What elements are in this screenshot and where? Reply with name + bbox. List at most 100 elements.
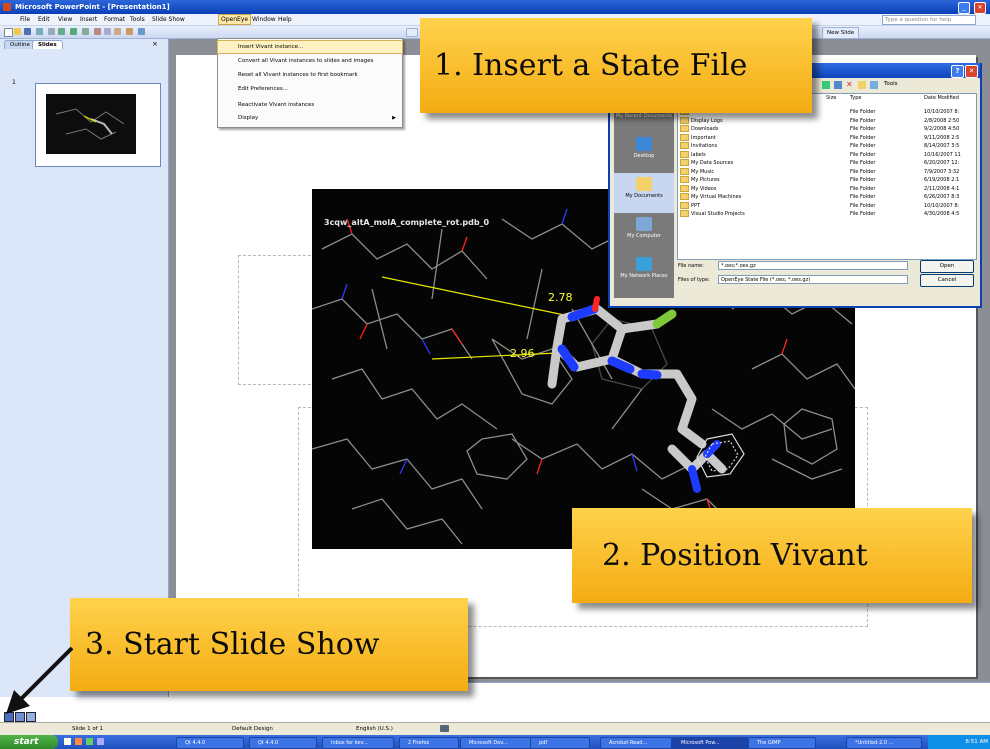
task-qt-1[interactable]: Qt 4.4.0 bbox=[176, 737, 244, 749]
hbond-distance-1: 2.78 bbox=[548, 291, 573, 304]
file-type: File Folder bbox=[850, 109, 876, 115]
column-size[interactable]: Size bbox=[826, 94, 836, 103]
menu-item-display-label: Display bbox=[238, 115, 259, 121]
back-folder-icon[interactable] bbox=[822, 81, 830, 89]
menu-item-reactivate-vivant[interactable]: Reactivate Vivant instances bbox=[218, 99, 402, 111]
task-acrobat[interactable]: Acrobat Read... bbox=[600, 737, 672, 749]
search-web-icon[interactable] bbox=[834, 81, 842, 89]
file-row[interactable]: My Virtual Machines File Folder 6/26/2007 … bbox=[678, 193, 976, 201]
file-row[interactable]: Visual Studio Projects File Folder 4/30/20… bbox=[678, 210, 976, 218]
folder-icon bbox=[680, 167, 689, 175]
menu-file[interactable]: File bbox=[18, 15, 32, 24]
menu-item-insert-vivant[interactable]: Insert Vivant instance... bbox=[217, 40, 403, 54]
print-icon[interactable] bbox=[48, 28, 55, 35]
folder-icon bbox=[680, 150, 689, 158]
menu-view[interactable]: View bbox=[56, 15, 74, 24]
folder-icon bbox=[680, 184, 689, 192]
folder-icon bbox=[680, 142, 689, 149]
file-name-input[interactable]: *.oes;*.oes.gz bbox=[718, 261, 908, 270]
new-icon[interactable] bbox=[4, 28, 13, 37]
dialog-tools-menu[interactable]: Tools bbox=[884, 81, 898, 87]
system-tray-clock[interactable]: 8:51 AM bbox=[928, 735, 990, 749]
menu-help[interactable]: Help bbox=[276, 15, 294, 24]
task-firefox[interactable]: 2 Firefox bbox=[399, 737, 459, 749]
file-list[interactable]: Size Type Date Modified DataFile Folder1… bbox=[677, 93, 977, 260]
copy-icon[interactable] bbox=[104, 28, 111, 35]
task-microsoft-dev[interactable]: Microsoft Dev... bbox=[460, 737, 532, 749]
task-pdf[interactable]: pdf bbox=[530, 737, 590, 749]
place-my-computer[interactable]: My Computer bbox=[614, 213, 674, 253]
open-icon[interactable] bbox=[14, 28, 21, 35]
file-row[interactable]: My Pictures File Folder 6/19/2008 2:1 bbox=[678, 176, 976, 184]
menu-edit[interactable]: Edit bbox=[36, 15, 52, 24]
cut-icon[interactable] bbox=[94, 28, 101, 35]
cancel-button[interactable]: Cancel bbox=[920, 274, 974, 287]
file-row[interactable]: Invitations File Folder 8/14/2007 3:5 bbox=[678, 142, 976, 150]
file-row[interactable]: My Music File Folder 7/9/2007 3:32 bbox=[678, 167, 976, 176]
zoom-dropdown-icon[interactable] bbox=[406, 28, 418, 37]
task-untitled[interactable]: *Untitled-2.0 ... bbox=[846, 737, 922, 749]
place-network-places[interactable]: My Network Places bbox=[614, 253, 674, 293]
menu-format[interactable]: Format bbox=[102, 15, 127, 24]
new-folder-icon[interactable] bbox=[858, 81, 866, 89]
menu-item-reset-vivant[interactable]: Reset all Vivant instances to first book… bbox=[218, 69, 402, 81]
column-type[interactable]: Type bbox=[850, 94, 861, 103]
file-row[interactable]: PPT File Folder 10/10/2007 8: bbox=[678, 201, 976, 210]
file-date: 6/20/2007 12: bbox=[924, 160, 960, 166]
save-icon[interactable] bbox=[24, 28, 31, 35]
close-window-button[interactable]: ✕ bbox=[974, 2, 986, 14]
start-button[interactable]: start bbox=[0, 735, 58, 749]
task-powerpoint[interactable]: Microsoft Pow... bbox=[672, 737, 748, 749]
file-date: 6/19/2008 2:1 bbox=[924, 177, 960, 183]
file-name: labels bbox=[680, 150, 706, 159]
permission-icon[interactable] bbox=[36, 28, 43, 35]
column-date[interactable]: Date Modified bbox=[924, 94, 959, 103]
file-name: Downloads bbox=[680, 125, 718, 133]
file-name: My Data Sources bbox=[680, 159, 733, 167]
file-row[interactable]: Downloads File Folder 9/2/2008 4:50 bbox=[678, 125, 976, 133]
close-pane-icon[interactable]: × bbox=[152, 40, 158, 48]
menu-item-display[interactable]: Display ▶ bbox=[218, 112, 402, 124]
menu-slide-show[interactable]: Slide Show bbox=[150, 15, 187, 24]
quick-launch bbox=[62, 737, 114, 747]
menu-item-convert-vivant[interactable]: Convert all Vivant instances to slides a… bbox=[218, 55, 402, 67]
menu-insert[interactable]: Insert bbox=[78, 15, 99, 24]
file-type-select[interactable]: OpenEye State File (*.oes; *.oes.gz) bbox=[718, 275, 908, 284]
task-inbox[interactable]: Inbox for kev... bbox=[322, 737, 394, 749]
folder-icon bbox=[680, 176, 689, 183]
place-desktop[interactable]: Desktop bbox=[614, 133, 674, 173]
spelling-icon[interactable] bbox=[70, 28, 77, 35]
slide-thumbnail[interactable] bbox=[35, 83, 161, 167]
powerpoint-icon bbox=[3, 3, 11, 11]
task-gimp[interactable]: The GIMP bbox=[748, 737, 816, 749]
folder-icon bbox=[680, 125, 689, 132]
dialog-toolbar: ✕ Tools bbox=[810, 80, 970, 90]
preview-icon[interactable] bbox=[58, 28, 65, 35]
menu-tools[interactable]: Tools bbox=[128, 15, 147, 24]
minimize-button[interactable]: _ bbox=[958, 2, 970, 14]
undo-icon[interactable] bbox=[138, 28, 145, 35]
menu-openeye[interactable]: OpenEye bbox=[218, 14, 252, 25]
file-row[interactable]: My Videos File Folder 2/11/2008 4:1 bbox=[678, 184, 976, 193]
file-row[interactable]: Display Logs File Folder 2/8/2008 2:50 bbox=[678, 116, 976, 125]
paste-icon[interactable] bbox=[114, 28, 121, 35]
file-type: File Folder bbox=[850, 143, 876, 149]
file-row[interactable]: My Data Sources File Folder 6/20/2007 12: bbox=[678, 159, 976, 167]
task-qt-2[interactable]: Qt 4.4.0 bbox=[249, 737, 317, 749]
dialog-help-button[interactable]: ? bbox=[951, 65, 964, 78]
format-painter-icon[interactable] bbox=[126, 28, 133, 35]
delete-icon[interactable]: ✕ bbox=[846, 80, 853, 89]
help-search-input[interactable]: Type a question for help bbox=[882, 15, 976, 25]
file-type: File Folder bbox=[850, 134, 876, 141]
menu-window[interactable]: Window bbox=[250, 15, 278, 24]
menu-item-edit-preferences[interactable]: Edit Preferences... bbox=[218, 83, 402, 95]
place-my-documents[interactable]: My Documents bbox=[614, 173, 674, 213]
dialog-close-button[interactable]: ✕ bbox=[965, 65, 978, 78]
research-icon[interactable] bbox=[82, 28, 89, 35]
file-row[interactable]: Important File Folder 9/11/2008 2:5 bbox=[678, 133, 976, 142]
open-button[interactable]: Open bbox=[920, 260, 974, 273]
file-row[interactable]: labels File Folder 10/16/2007 11 bbox=[678, 150, 976, 159]
new-slide-button[interactable]: New Slide bbox=[822, 27, 860, 39]
tab-slides[interactable]: Slides bbox=[32, 40, 63, 49]
views-icon[interactable] bbox=[870, 81, 878, 89]
